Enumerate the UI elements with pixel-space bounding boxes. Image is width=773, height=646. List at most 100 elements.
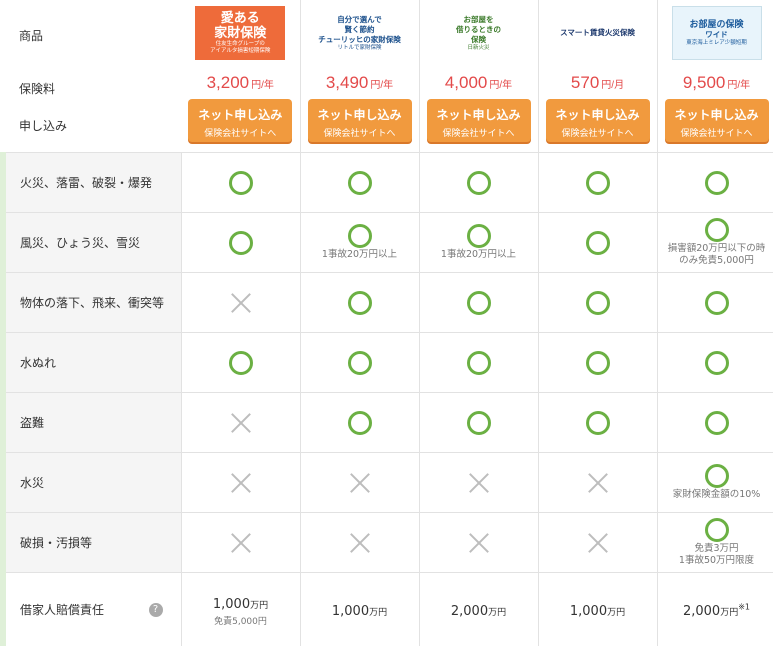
product-logo[interactable]: スマート賃貸火災保険 <box>552 6 643 60</box>
liability-row: 借家人賠償責任? 1,000万円 免責5,000円 1,000万円 2,000万円 1,0… <box>0 572 773 646</box>
apply-sub-label: 保険会社サイトへ <box>204 129 277 139</box>
apply-online-button[interactable]: ネット申し込み 保険会社サイトへ <box>307 99 412 142</box>
coverage-cell-content <box>539 290 657 315</box>
liability-cell: 1,000万円 <box>538 572 658 646</box>
coverage-cell <box>300 152 420 213</box>
covered-circle-icon <box>347 410 372 435</box>
coverage-cell-content <box>420 350 538 375</box>
product-logo[interactable]: お部屋の保険 ワイド 東京海上ミレア少額短期 <box>671 6 762 60</box>
apply-online-button[interactable]: ネット申し込み 保険会社サイトへ <box>545 99 650 142</box>
coverage-cell <box>657 272 773 333</box>
coverage-cell <box>538 272 658 333</box>
covered-circle-icon <box>704 464 729 488</box>
coverage-note: 家財保険金額の10% <box>672 489 761 500</box>
coverage-row: 火災、落雷、破裂・爆発 <box>0 152 773 213</box>
covered-circle-icon <box>347 170 372 195</box>
not-covered-cross-icon <box>468 532 490 554</box>
coverage-cell: 損害額20万円以下の時 のみ免責5,000円 <box>657 212 773 273</box>
coverage-cell-content <box>539 350 657 375</box>
coverage-cell-content: 家財保険金額の10% <box>658 464 773 501</box>
label-apply: 申し込み <box>19 119 68 133</box>
coverage-cell <box>657 392 773 453</box>
logo-subtext: 住友生命グループの <box>215 41 265 47</box>
coverage-cell <box>538 152 658 213</box>
product-price: 3,490 円/年 <box>301 73 419 93</box>
apply-online-button[interactable]: ネット申し込み 保険会社サイトへ <box>664 99 769 142</box>
coverage-cell-content <box>301 170 419 195</box>
price-unit: 円/月 <box>601 80 625 91</box>
covered-circle-icon <box>466 350 491 375</box>
logo-text: ワイド <box>705 29 728 39</box>
covered-circle-icon <box>347 290 372 315</box>
covered-circle-icon <box>228 170 253 195</box>
product-logo[interactable]: 愛ある 家財保険 住友生命グループの アイアルタ損害短期保険 <box>195 6 286 60</box>
logo-subtext: リトルで家財保険 <box>337 44 382 51</box>
coverage-cell-content <box>658 290 773 315</box>
coverage-cell <box>419 152 539 213</box>
product-header: お部屋を 借りるときの 保険 日新火災 4,000 円/年 ネット申し込み 保険会社サイトへ <box>420 0 538 152</box>
header-row: 商品 保険料 申し込み 愛ある 家財保険 住友生命グループの アイアルタ損害短期保険 3… <box>3 0 773 153</box>
not-covered-cross-icon <box>349 472 371 494</box>
logo-subtext: 日新火災 <box>467 44 490 51</box>
coverage-note: 損害額20万円以下の時 のみ免責5,000円 <box>667 243 766 266</box>
coverage-cell <box>657 152 773 213</box>
logo-text: お部屋の保険 <box>689 19 744 30</box>
logo-text: チューリッヒの家財保険 <box>318 34 401 44</box>
covered-circle-icon <box>466 290 491 315</box>
coverage-row: 水ぬれ <box>0 332 773 393</box>
product-cell-4: スマート賃貸火災保険 570 円/月 ネット申し込み 保険会社サイトへ <box>538 0 658 153</box>
coverage-cell-content <box>420 472 538 494</box>
covered-circle-icon <box>347 350 372 375</box>
coverage-label: 盗難 <box>0 392 182 453</box>
apply-online-button[interactable]: ネット申し込み保険会社サイトへ <box>188 99 293 142</box>
amount-value: 1,000 <box>569 604 608 620</box>
product-logo[interactable]: 自分で選んで 賢く節約 チューリッヒの家財保険 リトルで家財保険 <box>314 6 405 60</box>
coverage-row: 風災、ひょう災、雪災 1事故20万円以上 1事故20万円以上 損害額20万円以下の時 … <box>0 212 773 273</box>
covered-circle-icon <box>585 170 610 195</box>
apply-main-label: ネット申し込み <box>198 108 283 122</box>
coverage-cell <box>300 332 420 393</box>
coverage-cell-content: 損害額20万円以下の時 のみ免責5,000円 <box>658 218 773 267</box>
not-covered-cross-icon <box>349 532 371 554</box>
product-cell-3: お部屋を 借りるときの 保険 日新火災 4,000 円/年 ネット申し込み 保険会社サイトへ <box>419 0 539 153</box>
liability-amount: 1,000万円 <box>213 597 268 612</box>
coverage-label: 風災、ひょう災、雪災 <box>0 212 182 273</box>
apply-sub-label: 保険会社サイトへ <box>442 129 515 139</box>
amount-unit: 万円 <box>488 608 507 619</box>
coverage-cell-content <box>420 532 538 554</box>
liability-amount: 2,000万円※1 <box>683 603 750 619</box>
liability-amount: 1,000万円 <box>332 604 387 619</box>
logo-text: スマート賃貸火災保険 <box>560 28 635 37</box>
coverage-cell <box>419 512 539 573</box>
logo-text: お部屋を <box>463 14 494 24</box>
covered-circle-icon <box>585 230 610 255</box>
logo-text: 借りるときの <box>456 24 501 34</box>
label-fee: 保険料 <box>19 82 56 96</box>
apply-main-label: ネット申し込み <box>555 108 640 122</box>
apply-main-label: ネット申し込み <box>317 108 402 122</box>
amount-value: 1,000 <box>212 596 251 612</box>
coverage-label: 水ぬれ <box>0 332 182 393</box>
product-logo[interactable]: お部屋を 借りるときの 保険 日新火災 <box>433 6 524 60</box>
covered-circle-icon <box>466 410 491 435</box>
product-header: 愛ある 家財保険 住友生命グループの アイアルタ損害短期保険 3,200 円/年 ネット申し… <box>181 0 300 152</box>
coverage-cell-content <box>301 532 419 554</box>
logo-text: 賢く節約 <box>344 24 375 34</box>
covered-circle-icon <box>704 218 729 242</box>
liability-amount: 2,000万円 <box>451 604 506 619</box>
coverage-note: 1事故20万円以上 <box>321 249 398 260</box>
coverage-label: 火災、落雷、破裂・爆発 <box>0 152 182 213</box>
apply-main-label: ネット申し込み <box>436 108 521 122</box>
coverage-row: 破損・汚損等 免責3万円 1事故50万円限度 <box>0 512 773 573</box>
insurance-comparison-table: 商品 保険料 申し込み 愛ある 家財保険 住友生命グループの アイアルタ損害短期保険 3… <box>0 0 773 646</box>
help-icon[interactable]: ? <box>148 603 163 617</box>
coverage-cell-content: 1事故20万円以上 <box>420 224 538 261</box>
coverage-cell-content <box>658 410 773 435</box>
product-cell-5: お部屋の保険 ワイド 東京海上ミレア少額短期 9,500 円/年 ネット申し込み 保険会社サ… <box>657 0 773 153</box>
amount-value: 1,000 <box>331 604 370 620</box>
coverage-cell <box>538 212 658 273</box>
coverage-label: 物体の落下、飛来、衝突等 <box>0 272 182 333</box>
coverage-cell-content <box>301 472 419 494</box>
apply-online-button[interactable]: ネット申し込み保険会社サイトへ <box>426 99 531 142</box>
coverage-cell-content <box>182 472 300 494</box>
